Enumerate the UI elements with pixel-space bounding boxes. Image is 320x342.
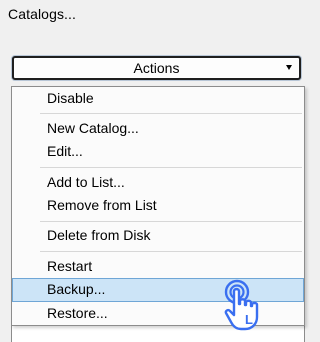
menu-item-label: Remove from List bbox=[47, 197, 157, 213]
menu-item-label: New Catalog... bbox=[47, 120, 139, 136]
menu-separator bbox=[40, 251, 302, 252]
menu-item-edit[interactable]: Edit... bbox=[12, 140, 304, 164]
hand-pointer-icon: L bbox=[220, 276, 280, 334]
menu-item-add-to-list[interactable]: Add to List... bbox=[12, 171, 304, 195]
menu-separator bbox=[40, 167, 302, 168]
menu-item-label: Backup... bbox=[47, 281, 106, 297]
menu-item-label: Restore... bbox=[47, 305, 108, 321]
menu-item-delete-from-disk[interactable]: Delete from Disk bbox=[12, 224, 304, 248]
chevron-down-icon bbox=[286, 65, 292, 70]
window-title: Catalogs... bbox=[8, 6, 77, 22]
actions-dropdown-button[interactable]: Actions bbox=[12, 56, 301, 80]
menu-item-label: Disable bbox=[47, 90, 94, 106]
menu-item-label: Delete from Disk bbox=[47, 227, 151, 243]
menu-item-label: Edit... bbox=[47, 143, 83, 159]
menu-separator bbox=[40, 221, 302, 222]
menu-item-label: Restart bbox=[47, 258, 93, 274]
menu-item-new-catalog[interactable]: New Catalog... bbox=[12, 117, 304, 141]
menu-separator bbox=[40, 113, 302, 114]
menu-item-label: Add to List... bbox=[47, 174, 125, 190]
menu-item-disable[interactable]: Disable bbox=[12, 87, 304, 111]
actions-button-label: Actions bbox=[133, 60, 180, 76]
menu-item-remove-from-list[interactable]: Remove from List bbox=[12, 194, 304, 218]
cursor-badge-label: L bbox=[245, 312, 253, 327]
